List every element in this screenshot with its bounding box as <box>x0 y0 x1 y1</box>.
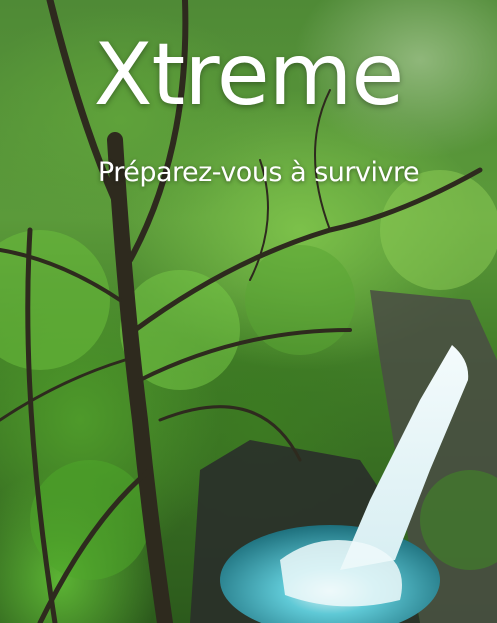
poster: Xtreme Préparez-vous à survivre <box>0 0 497 623</box>
poster-subtitle: Préparez-vous à survivre <box>97 157 420 188</box>
poster-title: Xtreme <box>93 25 405 125</box>
